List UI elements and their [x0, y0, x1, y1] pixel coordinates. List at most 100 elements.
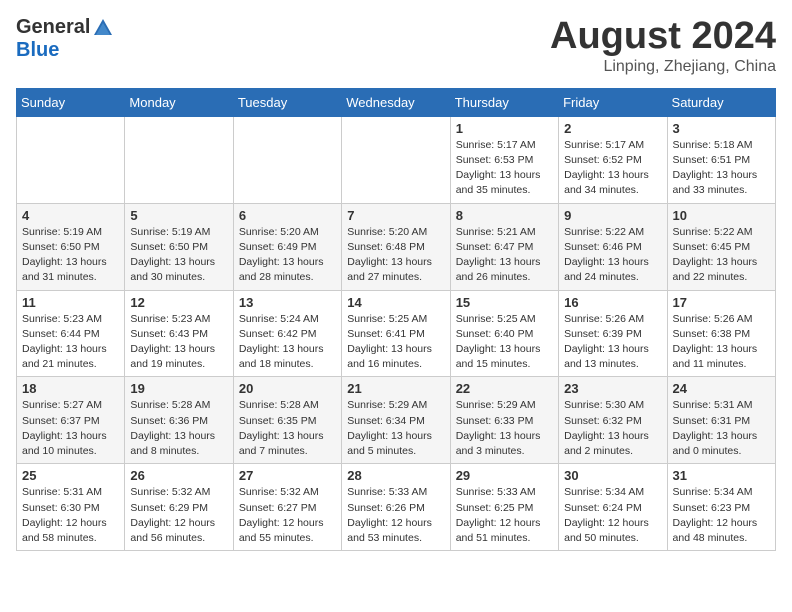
- day-info: Sunrise: 5:32 AMSunset: 6:27 PMDaylight:…: [239, 485, 336, 546]
- day-number: 2: [564, 121, 661, 136]
- calendar-day-header: Tuesday: [233, 88, 341, 116]
- day-info: Sunrise: 5:19 AMSunset: 6:50 PMDaylight:…: [22, 225, 119, 286]
- day-number: 24: [673, 381, 770, 396]
- day-number: 16: [564, 295, 661, 310]
- day-number: 13: [239, 295, 336, 310]
- calendar-week-row: 25 Sunrise: 5:31 AMSunset: 6:30 PMDayligh…: [17, 464, 776, 551]
- logo: General Blue: [16, 16, 114, 62]
- calendar-cell: 19 Sunrise: 5:28 AMSunset: 6:36 PMDayligh…: [125, 377, 233, 464]
- calendar-cell: 14 Sunrise: 5:25 AMSunset: 6:41 PMDayligh…: [342, 290, 450, 377]
- calendar-cell: 30Sunrise: 5:34 AMSunset: 6:24 PMDayligh…: [559, 464, 667, 551]
- calendar-cell: 11 Sunrise: 5:23 AMSunset: 6:44 PMDayligh…: [17, 290, 125, 377]
- calendar-cell: 21 Sunrise: 5:29 AMSunset: 6:34 PMDayligh…: [342, 377, 450, 464]
- day-number: 12: [130, 295, 227, 310]
- day-number: 22: [456, 381, 553, 396]
- day-info: Sunrise: 5:18 AMSunset: 6:51 PMDaylight:…: [673, 138, 770, 199]
- page-header: General Blue August 2024 Linping, Zhejia…: [16, 16, 776, 76]
- day-number: 5: [130, 208, 227, 223]
- day-info: Sunrise: 5:34 AMSunset: 6:23 PMDaylight:…: [673, 485, 770, 546]
- calendar-cell: 7 Sunrise: 5:20 AMSunset: 6:48 PMDaylight…: [342, 203, 450, 290]
- calendar-cell: 27Sunrise: 5:32 AMSunset: 6:27 PMDayligh…: [233, 464, 341, 551]
- calendar-day-header: Thursday: [450, 88, 558, 116]
- day-number: 1: [456, 121, 553, 136]
- day-info: Sunrise: 5:34 AMSunset: 6:24 PMDaylight:…: [564, 485, 661, 546]
- calendar-week-row: 1 Sunrise: 5:17 AMSunset: 6:53 PMDaylight…: [17, 116, 776, 203]
- day-info: Sunrise: 5:22 AMSunset: 6:46 PMDaylight:…: [564, 225, 661, 286]
- day-number: 11: [22, 295, 119, 310]
- day-info: Sunrise: 5:22 AMSunset: 6:45 PMDaylight:…: [673, 225, 770, 286]
- day-number: 3: [673, 121, 770, 136]
- calendar-cell: 17 Sunrise: 5:26 AMSunset: 6:38 PMDayligh…: [667, 290, 775, 377]
- day-info: Sunrise: 5:26 AMSunset: 6:38 PMDaylight:…: [673, 312, 770, 373]
- calendar-cell: 20 Sunrise: 5:28 AMSunset: 6:35 PMDayligh…: [233, 377, 341, 464]
- calendar-header-row: SundayMondayTuesdayWednesdayThursdayFrid…: [17, 88, 776, 116]
- logo-general-text: General: [16, 16, 90, 39]
- day-number: 23: [564, 381, 661, 396]
- day-number: 7: [347, 208, 444, 223]
- day-number: 20: [239, 381, 336, 396]
- day-info: Sunrise: 5:31 AMSunset: 6:30 PMDaylight:…: [22, 485, 119, 546]
- calendar-day-header: Monday: [125, 88, 233, 116]
- calendar-cell: 28 Sunrise: 5:33 AMSunset: 6:26 PMDayligh…: [342, 464, 450, 551]
- calendar-cell: 1 Sunrise: 5:17 AMSunset: 6:53 PMDaylight…: [450, 116, 558, 203]
- calendar-day-header: Friday: [559, 88, 667, 116]
- calendar-day-header: Saturday: [667, 88, 775, 116]
- calendar-cell: 4 Sunrise: 5:19 AMSunset: 6:50 PMDaylight…: [17, 203, 125, 290]
- day-info: Sunrise: 5:20 AMSunset: 6:48 PMDaylight:…: [347, 225, 444, 286]
- day-number: 4: [22, 208, 119, 223]
- day-number: 9: [564, 208, 661, 223]
- calendar-cell: 31 Sunrise: 5:34 AMSunset: 6:23 PMDayligh…: [667, 464, 775, 551]
- day-number: 17: [673, 295, 770, 310]
- calendar-cell: 2 Sunrise: 5:17 AMSunset: 6:52 PMDaylight…: [559, 116, 667, 203]
- calendar-cell: 9 Sunrise: 5:22 AMSunset: 6:46 PMDaylight…: [559, 203, 667, 290]
- calendar-cell: 26Sunrise: 5:32 AMSunset: 6:29 PMDayligh…: [125, 464, 233, 551]
- day-info: Sunrise: 5:17 AMSunset: 6:53 PMDaylight:…: [456, 138, 553, 199]
- day-info: Sunrise: 5:25 AMSunset: 6:41 PMDaylight:…: [347, 312, 444, 373]
- day-info: Sunrise: 5:23 AMSunset: 6:44 PMDaylight:…: [22, 312, 119, 373]
- day-number: 28: [347, 468, 444, 483]
- logo-icon: [92, 17, 114, 39]
- calendar-cell: 25 Sunrise: 5:31 AMSunset: 6:30 PMDayligh…: [17, 464, 125, 551]
- calendar-cell: [342, 116, 450, 203]
- calendar-cell: 29 Sunrise: 5:33 AMSunset: 6:25 PMDayligh…: [450, 464, 558, 551]
- logo-blue-text: Blue: [16, 39, 59, 62]
- day-number: 31: [673, 468, 770, 483]
- day-info: Sunrise: 5:17 AMSunset: 6:52 PMDaylight:…: [564, 138, 661, 199]
- calendar-cell: 3 Sunrise: 5:18 AMSunset: 6:51 PMDaylight…: [667, 116, 775, 203]
- day-info: Sunrise: 5:30 AMSunset: 6:32 PMDaylight:…: [564, 398, 661, 459]
- day-info: Sunrise: 5:26 AMSunset: 6:39 PMDaylight:…: [564, 312, 661, 373]
- calendar-table: SundayMondayTuesdayWednesdayThursdayFrid…: [16, 88, 776, 551]
- calendar-week-row: 18 Sunrise: 5:27 AMSunset: 6:37 PMDayligh…: [17, 377, 776, 464]
- day-info: Sunrise: 5:28 AMSunset: 6:36 PMDaylight:…: [130, 398, 227, 459]
- calendar-cell: 22 Sunrise: 5:29 AMSunset: 6:33 PMDayligh…: [450, 377, 558, 464]
- day-info: Sunrise: 5:33 AMSunset: 6:26 PMDaylight:…: [347, 485, 444, 546]
- day-info: Sunrise: 5:33 AMSunset: 6:25 PMDaylight:…: [456, 485, 553, 546]
- day-number: 6: [239, 208, 336, 223]
- day-number: 19: [130, 381, 227, 396]
- calendar-day-header: Wednesday: [342, 88, 450, 116]
- day-number: 18: [22, 381, 119, 396]
- day-info: Sunrise: 5:29 AMSunset: 6:33 PMDaylight:…: [456, 398, 553, 459]
- day-number: 25: [22, 468, 119, 483]
- day-info: Sunrise: 5:32 AMSunset: 6:29 PMDaylight:…: [130, 485, 227, 546]
- day-info: Sunrise: 5:31 AMSunset: 6:31 PMDaylight:…: [673, 398, 770, 459]
- day-info: Sunrise: 5:29 AMSunset: 6:34 PMDaylight:…: [347, 398, 444, 459]
- month-title: August 2024: [550, 16, 776, 58]
- calendar-cell: 10Sunrise: 5:22 AMSunset: 6:45 PMDayligh…: [667, 203, 775, 290]
- calendar-week-row: 11 Sunrise: 5:23 AMSunset: 6:44 PMDayligh…: [17, 290, 776, 377]
- calendar-cell: 23 Sunrise: 5:30 AMSunset: 6:32 PMDayligh…: [559, 377, 667, 464]
- calendar-cell: 24 Sunrise: 5:31 AMSunset: 6:31 PMDayligh…: [667, 377, 775, 464]
- day-info: Sunrise: 5:28 AMSunset: 6:35 PMDaylight:…: [239, 398, 336, 459]
- day-number: 29: [456, 468, 553, 483]
- calendar-cell: 13 Sunrise: 5:24 AMSunset: 6:42 PMDayligh…: [233, 290, 341, 377]
- calendar-cell: [233, 116, 341, 203]
- location: Linping, Zhejiang, China: [550, 58, 776, 76]
- day-number: 8: [456, 208, 553, 223]
- calendar-cell: 15Sunrise: 5:25 AMSunset: 6:40 PMDayligh…: [450, 290, 558, 377]
- calendar-cell: [125, 116, 233, 203]
- day-number: 21: [347, 381, 444, 396]
- day-number: 14: [347, 295, 444, 310]
- day-info: Sunrise: 5:24 AMSunset: 6:42 PMDaylight:…: [239, 312, 336, 373]
- day-info: Sunrise: 5:27 AMSunset: 6:37 PMDaylight:…: [22, 398, 119, 459]
- calendar-week-row: 4 Sunrise: 5:19 AMSunset: 6:50 PMDaylight…: [17, 203, 776, 290]
